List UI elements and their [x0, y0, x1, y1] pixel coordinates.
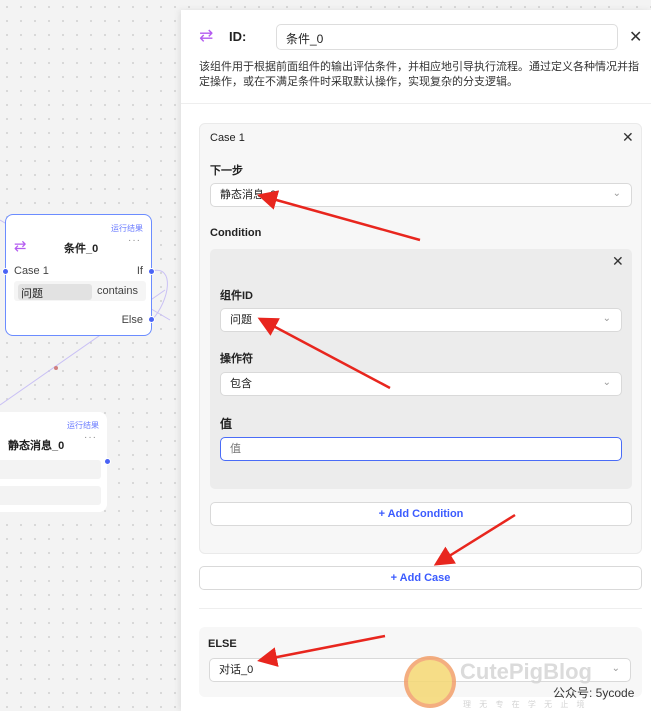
watermark: CutePigBlog 理 无 专 在 学 无 止 境 公众号: 5ycode	[405, 657, 651, 711]
case-card: Case 1 ✕ 下一步 静态消息_0 ⌄ Condition ✕ 组件ID 问题…	[199, 123, 642, 554]
else-label: Else	[121, 314, 143, 326]
node-title: 条件_0	[64, 243, 99, 255]
else-port[interactable]	[148, 316, 155, 323]
operator-select[interactable]: 包含 ⌄	[220, 372, 622, 396]
message-row	[0, 486, 101, 505]
input-port[interactable]	[2, 268, 9, 275]
value-input[interactable]	[220, 437, 622, 461]
operator-value: 包含	[230, 378, 252, 390]
chevron-down-icon: ⌄	[602, 313, 611, 324]
id-label: ID:	[229, 29, 247, 44]
condition-icon: ⇄	[199, 26, 214, 45]
run-result-link[interactable]: 运行结果	[67, 420, 99, 431]
if-port[interactable]	[148, 268, 155, 275]
remove-condition-icon[interactable]: ✕	[612, 253, 624, 270]
more-icon[interactable]: ···	[128, 235, 141, 246]
divider	[199, 608, 642, 609]
close-icon[interactable]: ✕	[629, 27, 642, 47]
run-result-link[interactable]: 运行结果	[111, 223, 143, 234]
message-node[interactable]: 运行结果 静态消息_0 ···	[0, 412, 111, 512]
component-id-label: 组件ID	[220, 290, 253, 302]
condition-operator: contains	[97, 285, 138, 297]
next-step-label: 下一步	[210, 165, 243, 177]
next-step-select[interactable]: 静态消息_0 ⌄	[210, 183, 632, 207]
chevron-down-icon: ⌄	[602, 377, 611, 388]
watermark-account: 公众号: 5ycode	[553, 686, 635, 700]
condition-field: 问题	[18, 284, 92, 300]
component-id-select[interactable]: 问题 ⌄	[220, 308, 622, 332]
node-title: 静态消息_0	[8, 440, 65, 452]
if-label: If	[136, 265, 143, 277]
condition-node[interactable]: 运行结果 ⇄ 条件_0 ··· Case 1 If 问题 contains El…	[2, 214, 155, 336]
condition-icon: ⇄	[14, 238, 27, 255]
operator-label: 操作符	[220, 353, 253, 365]
value-label: 值	[220, 417, 233, 431]
remove-case-icon[interactable]: ✕	[622, 129, 634, 146]
message-row	[0, 460, 101, 479]
case-title: Case 1	[210, 132, 245, 144]
divider	[181, 103, 651, 104]
watermark-brand: CutePigBlog	[460, 659, 592, 684]
add-case-button[interactable]: + Add Case	[199, 566, 642, 590]
condition-label: Condition	[210, 227, 262, 239]
properties-panel: ⇄ ID: 条件_0 ✕ 该组件用于根据前面组件的输出评估条件，并相应地引导执行…	[181, 10, 651, 711]
description: 该组件用于根据前面组件的输出评估条件，并相应地引导执行流程。通过定义各种情况并指…	[199, 61, 639, 88]
chevron-down-icon: ⌄	[612, 188, 621, 199]
bulb-logo	[408, 660, 452, 704]
else-label: ELSE	[208, 638, 237, 650]
more-icon[interactable]: ···	[84, 432, 97, 443]
component-id-value: 问题	[230, 314, 252, 326]
id-input[interactable]: 条件_0	[276, 24, 618, 50]
case-label: Case 1	[14, 265, 49, 277]
edge-delete-handle	[54, 366, 58, 370]
next-step-value: 静态消息_0	[220, 189, 277, 201]
condition-card: ✕ 组件ID 问题 ⌄ 操作符 包含 ⌄ 值	[210, 249, 632, 489]
else-value: 对话_0	[219, 664, 254, 676]
edges	[0, 219, 171, 406]
add-condition-button[interactable]: + Add Condition	[210, 502, 632, 526]
output-port[interactable]	[104, 458, 111, 465]
